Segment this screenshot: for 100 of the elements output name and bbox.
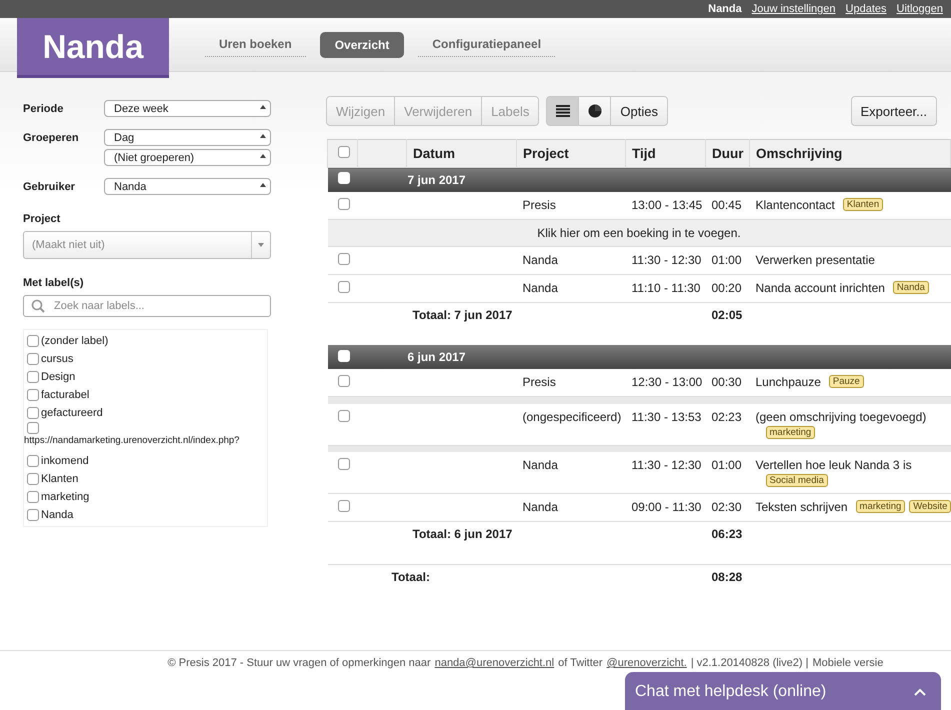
table-cell: Nanda — [516, 494, 626, 522]
column-header: Tijd — [626, 140, 706, 168]
label-option[interactable]: (zonder label) — [41, 335, 108, 347]
label-option[interactable]: gefactureerd — [41, 407, 103, 419]
table-cell: Nanda — [516, 452, 626, 494]
column-header: Project — [516, 140, 626, 168]
table-cell: 11:30 - 12:30 — [626, 452, 706, 494]
field-label: Met label(s) — [23, 277, 85, 289]
email-link[interactable]: nanda@urenoverzicht.nl — [434, 657, 554, 669]
checkbox[interactable] — [338, 410, 350, 422]
checkbox[interactable] — [27, 509, 39, 521]
table-cell: 00:45 — [706, 192, 750, 219]
list-icon — [556, 105, 570, 117]
chat-panel[interactable]: Chat met helpdesk (online) — [625, 672, 941, 710]
table-cell: 09:00 - 11:30 — [626, 494, 706, 522]
search-field[interactable]: Zoek naar labels... — [23, 295, 271, 317]
logo[interactable]: Nanda — [17, 18, 169, 78]
total-value: 06:23 — [706, 522, 750, 544]
nav-tab[interactable]: Uren boeken — [205, 32, 306, 57]
description-text: Klantencontact — [756, 198, 835, 212]
list-view-button[interactable] — [546, 96, 580, 126]
checkbox[interactable] — [27, 491, 39, 503]
pie-chart-button[interactable] — [578, 96, 612, 126]
description-text: (geen omschrijving toegevoegd) — [756, 410, 926, 424]
header-link[interactable]: Updates — [846, 3, 887, 15]
footer-text: of Twitter — [558, 657, 603, 669]
table-cell: 02:23 — [706, 404, 750, 445]
column-header: Omschrijving — [750, 140, 950, 168]
field-label: Groeperen — [23, 131, 80, 146]
checkbox[interactable] — [27, 389, 39, 401]
field-label: Periode — [23, 102, 64, 117]
add-booking-row[interactable]: Klik hier om een boeking in te voegen. — [328, 219, 950, 246]
select-field[interactable]: Dag — [104, 129, 271, 146]
checkbox[interactable] — [27, 371, 39, 383]
pie-chart-icon — [588, 104, 602, 118]
nav-tab[interactable]: Overzicht — [320, 32, 404, 58]
checkbox[interactable] — [338, 500, 350, 512]
checkbox[interactable] — [27, 353, 39, 365]
total-label: Totaal: 7 jun 2017 — [406, 302, 706, 325]
total-label: Totaal: — [358, 564, 706, 588]
label-option[interactable]: Design — [41, 371, 76, 383]
table-cell: 13:00 - 13:45 — [626, 192, 706, 219]
checkbox[interactable] — [338, 280, 350, 292]
description-text: Lunchpauze — [756, 375, 821, 389]
total-value: 08:28 — [706, 564, 750, 588]
description-text: Verwerken presentatie — [756, 252, 875, 266]
checkbox[interactable] — [338, 252, 350, 264]
tag: Website — [909, 500, 951, 513]
nav-tab[interactable]: Configuratiepaneel — [418, 32, 556, 57]
tag: Social media — [766, 474, 828, 487]
checkbox[interactable] — [27, 407, 39, 419]
table-cell: 00:20 — [706, 274, 750, 302]
label-option[interactable]: facturabel — [41, 389, 90, 401]
label-option[interactable]: Nanda — [41, 509, 74, 521]
label-option[interactable]: cursus — [41, 353, 74, 365]
group-title: 7 jun 2017 — [408, 172, 466, 187]
select-field[interactable]: (Niet groeperen) — [104, 149, 271, 166]
dropdown-icon — [258, 243, 264, 247]
table-cell: 11:10 - 11:30 — [626, 274, 706, 302]
mobile-link[interactable]: Mobiele versie — [812, 657, 884, 669]
select-field[interactable]: Deze week — [104, 100, 271, 117]
label-option[interactable]: https://nandamarketing.urenoverzicht.nl/index.php? — [24, 435, 240, 446]
table-cell: Nanda — [516, 246, 626, 274]
column-header: Datum — [406, 140, 516, 168]
label-option[interactable]: marketing — [41, 491, 90, 503]
checkbox[interactable] — [27, 455, 39, 467]
field-label: Gebruiker — [23, 180, 76, 195]
checkbox[interactable] — [338, 458, 350, 470]
label-option[interactable]: inkomend — [41, 455, 89, 467]
table-cell: (ongespecificeerd) — [516, 404, 626, 445]
checkbox[interactable] — [27, 422, 39, 434]
header-link[interactable]: Uitloggen — [896, 3, 943, 15]
checkbox[interactable] — [338, 146, 350, 158]
table-cell: 11:30 - 13:53 — [626, 404, 706, 445]
tag: Nanda — [892, 280, 929, 294]
table-cell: 01:00 — [706, 246, 750, 274]
label-option[interactable]: Klanten — [41, 473, 78, 485]
description-text: Nanda account inrichten — [756, 280, 885, 294]
search-icon — [31, 299, 45, 313]
field-label: Project — [23, 213, 62, 225]
tag: Pauze — [828, 375, 864, 388]
table-cell: 11:30 - 12:30 — [626, 246, 706, 274]
checkbox[interactable] — [338, 375, 350, 387]
twitter-link[interactable]: @urenoverzicht. — [606, 657, 687, 669]
total-value: 02:05 — [706, 302, 750, 325]
tag: marketing — [766, 426, 816, 438]
checkbox[interactable] — [338, 198, 350, 210]
checkbox[interactable] — [27, 335, 39, 347]
chevron-icon[interactable] — [914, 688, 926, 696]
export-button[interactable]: Exporteer... — [850, 96, 937, 126]
version-text: | v2.1.20140828 (live2) | — [690, 657, 808, 669]
table-cell: Nanda — [516, 274, 626, 302]
header-link[interactable]: Jouw instellingen — [752, 3, 836, 15]
table-cell: 02:30 — [706, 494, 750, 522]
table-cell: 01:00 — [706, 452, 750, 494]
select-field[interactable]: Nanda — [104, 178, 271, 195]
options-button[interactable]: Opties — [610, 96, 668, 126]
checkbox[interactable] — [27, 473, 39, 485]
group-title: 6 jun 2017 — [408, 350, 466, 364]
chat-title: Chat met helpdesk (online) — [635, 683, 826, 701]
